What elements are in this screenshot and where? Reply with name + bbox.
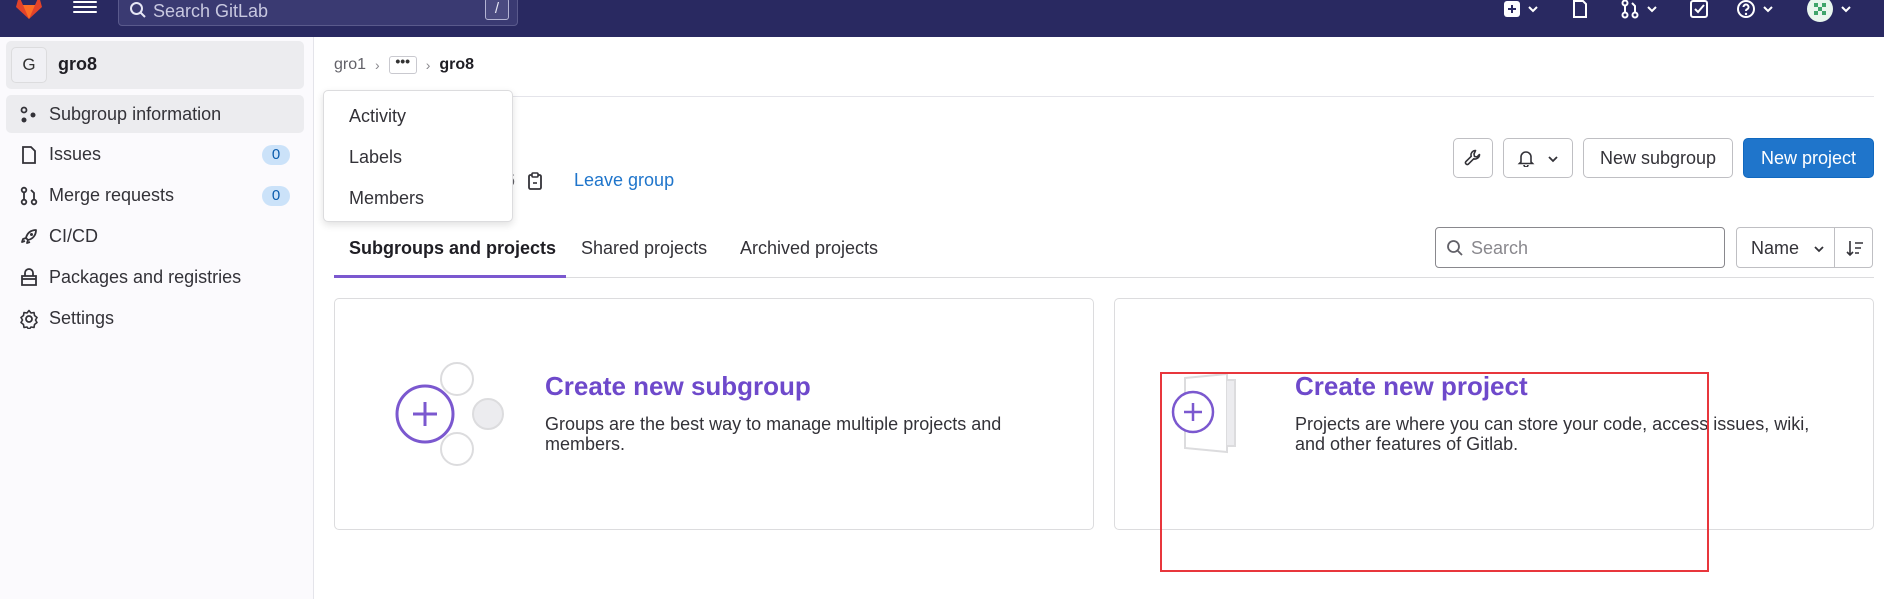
todo-check-icon xyxy=(1690,0,1708,18)
highlight-annotation-box xyxy=(1160,372,1709,572)
breadcrumb-more-button[interactable]: ••• xyxy=(388,54,417,74)
subgroup-icon xyxy=(20,106,36,123)
sidebar-item-label: CI/CD xyxy=(49,226,98,246)
sidebar-item-label: Issues xyxy=(49,144,102,164)
subgroup-illustration-icon xyxy=(395,362,504,466)
chevron-down-icon xyxy=(1763,6,1773,13)
issues-count-badge: 0 xyxy=(262,145,290,165)
dropdown-item-activity[interactable]: Activity xyxy=(324,96,512,136)
chevron-right-icon: › xyxy=(375,57,380,73)
breadcrumb: gro1 › ••• › gro8 xyxy=(334,54,474,74)
merge-requests-dropdown[interactable] xyxy=(1620,0,1658,20)
create-subgroup-title[interactable]: Create new subgroup xyxy=(545,371,811,402)
tab-subgroups-and-projects[interactable]: Subgroups and projects xyxy=(349,238,556,259)
sidebar-item-label: Subgroup information xyxy=(49,104,222,124)
projects-search-input[interactable]: Search xyxy=(1435,227,1725,268)
bell-icon xyxy=(1518,151,1535,168)
search-placeholder: Search xyxy=(1471,238,1529,258)
breadcrumb-dropdown-menu: Activity Labels Members xyxy=(323,90,513,222)
chevron-down-icon xyxy=(1841,6,1851,13)
chevron-down-icon xyxy=(1528,6,1538,13)
sidebar-item-label: Merge requests xyxy=(49,185,175,205)
sidebar-item-settings[interactable]: Settings xyxy=(6,299,304,337)
global-search-input[interactable]: Search GitLab / xyxy=(118,0,518,26)
sidebar-item-packages-and-registries[interactable]: Packages and registries xyxy=(6,258,304,296)
chevron-down-icon xyxy=(1647,6,1657,13)
left-sidebar: G gro8 Subgroup information Issues 0 Mer… xyxy=(0,37,314,599)
sidebar-item-issues[interactable]: Issues 0 xyxy=(6,135,304,173)
new-project-button[interactable]: New project xyxy=(1743,138,1874,178)
breadcrumb-divider xyxy=(334,96,1874,97)
sidebar-item-merge-requests[interactable]: Merge requests 0 xyxy=(6,176,304,214)
merge-requests-count-badge: 0 xyxy=(262,186,290,206)
search-icon xyxy=(1447,240,1463,256)
issues-icon xyxy=(1573,0,1587,18)
chevron-down-icon xyxy=(1547,156,1558,163)
group-name: gro8 xyxy=(58,54,98,74)
notification-settings-dropdown[interactable] xyxy=(1503,138,1573,178)
sidebar-group-header[interactable]: G gro8 xyxy=(6,41,304,89)
sidebar-item-subgroup-information[interactable]: Subgroup information xyxy=(6,95,304,133)
merge-request-icon xyxy=(20,186,38,206)
todos-shortcut[interactable] xyxy=(1689,0,1709,20)
user-menu-dropdown[interactable] xyxy=(1806,0,1852,22)
group-settings-button[interactable] xyxy=(1453,138,1493,178)
user-avatar-icon xyxy=(1807,0,1833,22)
help-icon xyxy=(1737,0,1755,18)
search-placeholder: Search GitLab xyxy=(153,1,269,21)
top-navbar: Search GitLab / xyxy=(0,0,1884,37)
dropdown-item-labels[interactable]: Labels xyxy=(324,137,512,177)
tab-archived-projects[interactable]: Archived projects xyxy=(740,238,878,259)
dropdown-item-members[interactable]: Members xyxy=(324,178,512,218)
group-avatar: G xyxy=(11,47,47,83)
settings-icon xyxy=(20,309,38,329)
sort-label: Name xyxy=(1751,238,1800,258)
active-tab-indicator xyxy=(334,275,566,278)
sidebar-item-label: Packages and registries xyxy=(49,267,242,287)
chevron-down-icon xyxy=(1814,246,1824,253)
new-subgroup-button[interactable]: New subgroup xyxy=(1583,138,1733,178)
search-icon xyxy=(130,2,146,18)
gitlab-logo-icon[interactable] xyxy=(14,0,44,20)
sidebar-item-label: Settings xyxy=(49,308,115,328)
create-subgroup-description: Groups are the best way to manage multip… xyxy=(545,414,1002,454)
create-new-dropdown[interactable] xyxy=(1503,0,1539,20)
breadcrumb-root-link[interactable]: gro1 xyxy=(334,56,366,74)
chevron-right-icon: › xyxy=(425,57,431,73)
plus-square-icon xyxy=(1504,1,1520,17)
create-subgroup-card[interactable]: Create new subgroup Groups are the best … xyxy=(334,298,1094,530)
leave-group-link[interactable]: Leave group xyxy=(574,170,674,191)
issues-shortcut[interactable] xyxy=(1571,0,1589,20)
hamburger-menu-icon[interactable] xyxy=(73,0,97,16)
issues-icon xyxy=(22,146,36,164)
sort-direction-icon[interactable] xyxy=(1845,238,1865,258)
sidebar-item-ci-cd[interactable]: CI/CD xyxy=(6,217,304,255)
package-icon xyxy=(21,268,37,286)
merge-request-icon xyxy=(1621,0,1639,19)
sort-divider xyxy=(1834,228,1835,267)
wrench-icon xyxy=(1464,149,1481,166)
copy-clipboard-icon[interactable] xyxy=(527,171,543,191)
tab-shared-projects[interactable]: Shared projects xyxy=(581,238,707,259)
rocket-icon xyxy=(21,229,37,244)
search-shortcut-hint: / xyxy=(485,0,509,20)
breadcrumb-current[interactable]: gro8 xyxy=(439,56,474,74)
sort-dropdown[interactable]: Name xyxy=(1736,227,1873,268)
help-dropdown[interactable] xyxy=(1736,0,1774,20)
